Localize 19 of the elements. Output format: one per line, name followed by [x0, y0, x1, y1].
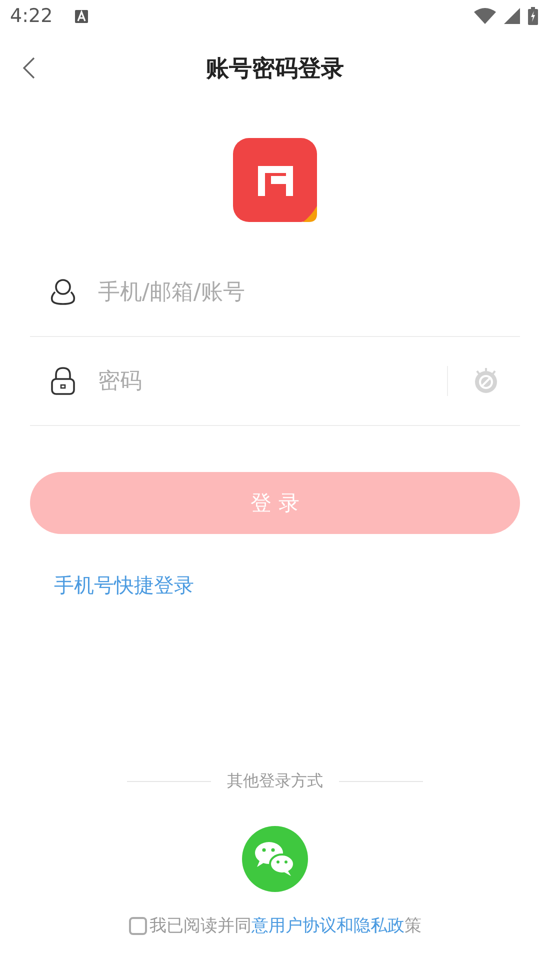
agreement-text: 我已阅读并同意用户协议和隐私政策 [150, 915, 422, 937]
other-methods-label: 其他登录方式 [227, 771, 323, 792]
password-field[interactable]: 密码 [96, 360, 427, 402]
page-title: 账号密码登录 [206, 54, 344, 84]
notification-icon [74, 10, 88, 22]
back-icon[interactable] [22, 56, 36, 80]
wifi-icon [474, 8, 496, 24]
quick-login-link[interactable]: 手机号快捷登录 [54, 573, 194, 597]
signal-icon [504, 8, 520, 24]
visibility-toggle-icon[interactable] [472, 368, 500, 394]
agreement-checkbox[interactable] [128, 916, 146, 934]
app-logo-icon [233, 138, 317, 222]
chat-bubbles-icon[interactable] [242, 826, 308, 892]
account-field[interactable]: 手机/邮箱/账号 [96, 271, 520, 313]
battery-icon [528, 7, 538, 25]
status-time: 4:22 [10, 5, 53, 27]
user-icon [50, 278, 76, 306]
lock-icon [50, 366, 76, 396]
policy-link[interactable]: 意用户协议和隐私政 [252, 916, 404, 936]
